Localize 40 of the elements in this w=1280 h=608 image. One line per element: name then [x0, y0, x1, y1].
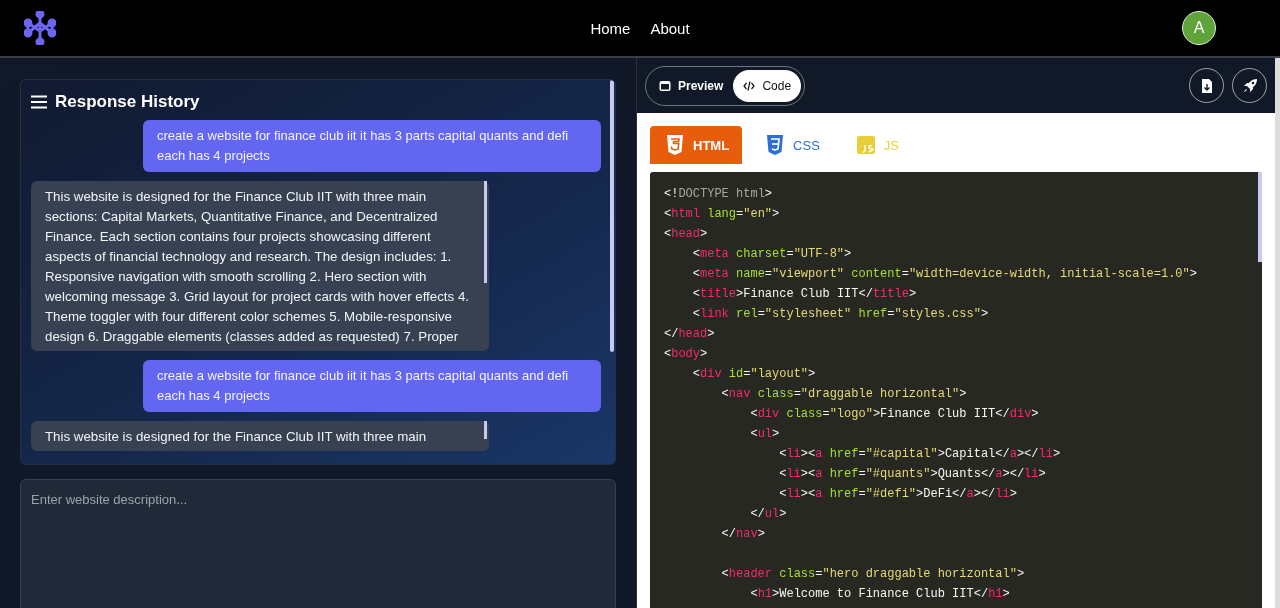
window-icon: [659, 79, 671, 92]
view-tab[interactable]: Code: [733, 69, 802, 102]
file-tab[interactable]: CSS: [750, 126, 833, 164]
code-line: <h1>Welcome to Finance Club IIT</h1>: [749, 586, 1011, 603]
response-message: This website is designed for the Finance Club IIT with three main: [31, 421, 489, 451]
view-tab[interactable]: Preview: [649, 69, 734, 102]
code-line: <header class="hero draggable horizontal">: [720, 566, 1026, 583]
panel-title: Response History: [55, 92, 200, 112]
code-line: <link rel="stylesheet" href="styles.css">: [691, 306, 990, 323]
code-icon: [743, 79, 756, 92]
code-line: </ul>: [749, 506, 788, 523]
code-line: <nav class="draggable horizontal">: [720, 386, 968, 403]
code-line: <head>: [664, 226, 709, 243]
user-message: create a website for finance club iit it has 3 parts capital quants and defi each has 4 projects: [143, 120, 601, 172]
nav-link[interactable]: Home: [590, 19, 631, 37]
code-line: <li><a href="#capital">Capital</a></li>: [778, 446, 1062, 463]
js-badge-icon: [856, 134, 875, 156]
code-line: <body>: [664, 346, 709, 363]
description-field[interactable]: Enter website description...: [20, 479, 616, 608]
code-line: <li><a href="#defi">DeFi</a></li>: [778, 486, 1018, 503]
code-line: <title>Finance Club IIT</title>: [691, 286, 918, 303]
code-line: </nav>: [720, 526, 766, 543]
response-message: This website is designed for the Finance Club IIT with three main sections: Capital Markets, Quantitative Finance, and Decentralized Finance. Each section contains four projects showcasing different aspects of financial technology and research. The design includes: 1. Responsive navigation with smooth scrolling 2. Hero section with welcoming message 3. Grid layout for project cards with hover effects 4. Theme toggler with four different color schemes 5. Mobile-responsive design 6. Draggable elements (classes added as requested) 7. Proper: [31, 181, 489, 351]
shield-three-icon: [766, 134, 785, 156]
user-message: create a website for finance club iit it has 3 parts capital quants and defi each has 4 projects: [143, 360, 601, 412]
code-line: <div class="logo">Finance Club IIT</div>: [749, 406, 1040, 423]
code-line: <ul>: [749, 426, 781, 443]
code-line: <!DOCTYPE html>: [664, 186, 774, 203]
code-line: <html lang="en">: [664, 206, 781, 223]
code-line: <div id="layout">: [691, 366, 817, 383]
rocket-icon: [1241, 77, 1258, 94]
menu-icon: [31, 95, 47, 109]
code-line: <meta charset="UTF-8">: [691, 246, 853, 263]
code-line: <meta name="viewport" content="width=device-width, initial-scale=1.0">: [691, 266, 1198, 283]
code-line: <li><a href="#quants">Quants</a></li>: [778, 466, 1047, 483]
shield-five-icon: [666, 134, 684, 156]
logo-icon[interactable]: [24, 11, 56, 45]
nav-link[interactable]: About: [650, 19, 690, 37]
file-tab[interactable]: HTML: [650, 126, 743, 164]
code-line: </head>: [664, 326, 716, 343]
